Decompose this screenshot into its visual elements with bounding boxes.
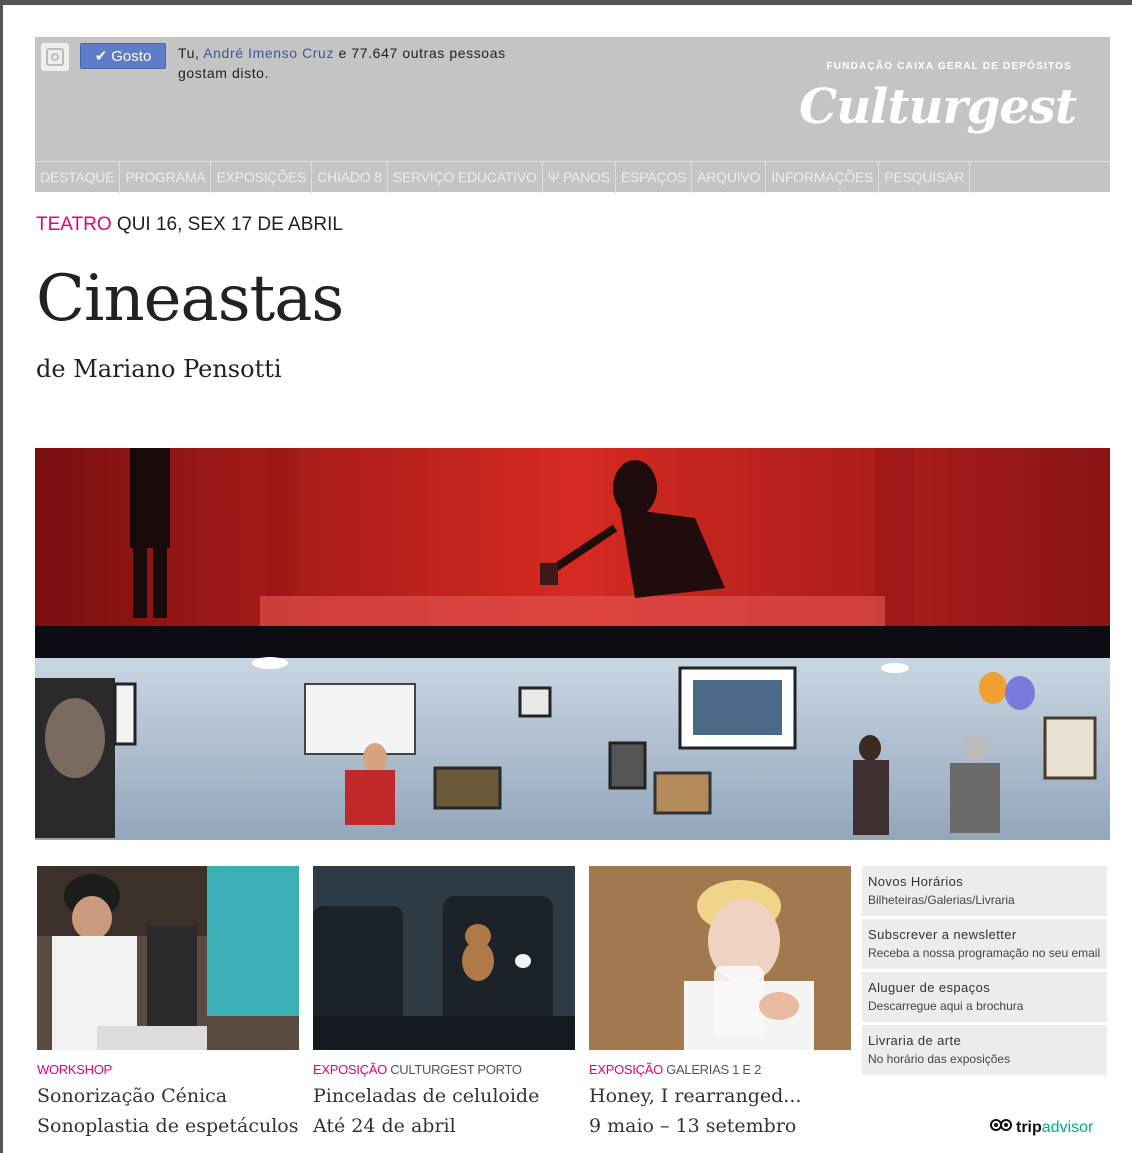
side-box-livraria[interactable]: Livraria de arte No horário das exposiçõ… <box>862 1025 1107 1075</box>
side-box-horarios[interactable]: Novos Horários Bilheteiras/Galerias/Livr… <box>862 866 1107 916</box>
side-box-heading: Livraria de arte <box>868 1033 962 1048</box>
event-category[interactable]: TEATRO <box>36 214 112 235</box>
window-frame-left <box>0 0 3 1153</box>
main-nav: DESTAQUE PROGRAMA EXPOSIÇÕES CHIADO 8 SE… <box>35 161 1110 193</box>
card-category: WORKSHOP <box>37 1062 112 1077</box>
like-count-text: Tu, André Imenso Cruz e 77.647 outras pe… <box>178 45 506 81</box>
like-button-label: Gosto <box>111 47 152 65</box>
card-category: EXPOSIÇÃO GALERIAS 1 E 2 <box>589 1062 761 1077</box>
card-pinceladas[interactable]: EXPOSIÇÃO CULTURGEST PORTO Pinceladas de… <box>313 866 575 1137</box>
card-title[interactable]: Sonorização Cénica <box>37 1085 299 1107</box>
nav-arquivo[interactable]: ARQUIVO <box>692 162 767 193</box>
hero-photo[interactable] <box>35 448 1110 840</box>
card-title[interactable]: Pinceladas de celuloide <box>313 1085 575 1107</box>
event-title: Cineastas <box>36 262 344 336</box>
event-author: de Mariano Pensotti <box>36 355 282 383</box>
side-box-newsletter[interactable]: Subscrever a newsletter Receba a nossa p… <box>862 919 1107 969</box>
card-subtitle: Até 24 de abril <box>313 1115 456 1137</box>
card-workshop[interactable]: WORKSHOP Sonorização Cénica Sonoplastia … <box>37 866 299 1137</box>
nav-destaque[interactable]: DESTAQUE <box>35 162 121 193</box>
side-box-heading: Subscrever a newsletter <box>868 927 1017 942</box>
side-panel: Novos Horários Bilheteiras/Galerias/Livr… <box>862 866 1107 1078</box>
side-box-heading: Aluguer de espaços <box>868 980 991 995</box>
card-image[interactable] <box>313 866 575 1050</box>
nav-chiado8[interactable]: CHIADO 8 <box>312 162 388 193</box>
event-meta: TEATRO QUI 16, SEX 17 DE ABRIL <box>36 214 343 236</box>
site-header: ✔ Gosto Tu, André Imenso Cruz e 77.647 o… <box>35 37 1110 193</box>
side-box-desc: Receba a nossa programação no seu email <box>868 946 1101 960</box>
side-box-desc: No horário das exposições <box>868 1052 1011 1066</box>
tripadvisor-badge[interactable]: tripadvisor <box>990 1118 1093 1137</box>
instagram-icon[interactable] <box>41 43 69 71</box>
nav-servico-educativo[interactable]: SERVIÇO EDUCATIVO <box>388 162 543 193</box>
nav-programa[interactable]: PROGRAMA <box>120 162 212 193</box>
nav-panos[interactable]: Ψ PANOS <box>543 162 616 193</box>
card-title[interactable]: Honey, I rearranged... <box>589 1085 851 1107</box>
card-category: EXPOSIÇÃO CULTURGEST PORTO <box>313 1062 522 1077</box>
side-box-desc: Descarregue aqui a brochura <box>868 999 1024 1013</box>
side-box-heading: Novos Horários <box>868 874 964 889</box>
card-subtitle: 9 maio – 13 setembro <box>589 1115 797 1137</box>
site-logo[interactable]: Culturgest <box>799 79 1077 135</box>
window-frame-top <box>0 0 1132 5</box>
card-subtitle: Sonoplastia de espetáculos <box>37 1115 299 1137</box>
event-dates: QUI 16, SEX 17 DE ABRIL <box>111 214 343 235</box>
nav-pesquisar[interactable]: PESQUISAR <box>879 162 971 193</box>
side-box-aluguer[interactable]: Aluguer de espaços Descarregue aqui a br… <box>862 972 1107 1022</box>
side-box-desc: Bilheteiras/Galerias/Livraria <box>868 893 1015 907</box>
nav-exposicoes[interactable]: EXPOSIÇÕES <box>211 162 313 193</box>
card-image[interactable] <box>589 866 851 1050</box>
checkmark-icon: ✔ <box>94 48 108 65</box>
card-honey[interactable]: EXPOSIÇÃO GALERIAS 1 E 2 Honey, I rearra… <box>589 866 851 1137</box>
nav-espacos[interactable]: ESPAÇOS <box>616 162 693 193</box>
like-user-link[interactable]: André Imenso Cruz <box>203 45 334 61</box>
tripadvisor-owl-icon <box>990 1118 1012 1137</box>
card-image[interactable] <box>37 866 299 1050</box>
nav-informacoes[interactable]: INFORMAÇÕES <box>766 162 880 193</box>
brand-subtitle: FUNDAÇÃO CAIXA GERAL DE DEPÓSITOS <box>826 61 1072 72</box>
like-button[interactable]: ✔ Gosto <box>80 43 166 69</box>
